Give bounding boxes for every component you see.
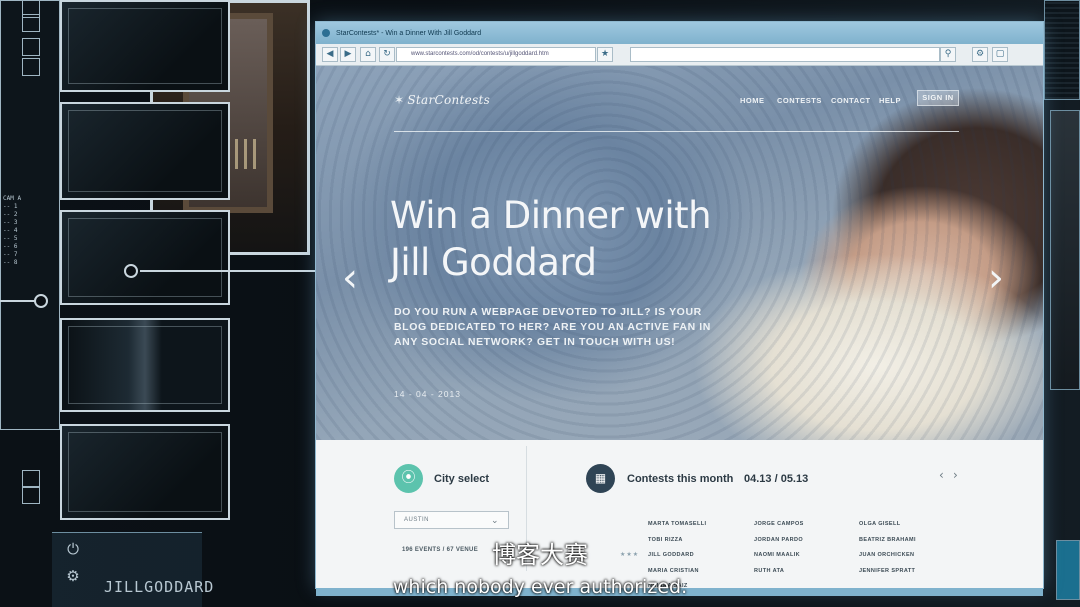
camera-feed — [60, 210, 230, 305]
chevron-down-icon: ⌄ — [490, 515, 499, 525]
hud-box — [22, 14, 40, 32]
title-bar: StarContests* - Win a Dinner With Jill G… — [316, 22, 1043, 44]
nav-home[interactable]: HOME — [740, 96, 765, 105]
right-monitor — [1044, 0, 1080, 100]
address-bar[interactable]: www.starcontests.com/od/contests/u/jillg… — [396, 47, 596, 62]
camera-feed — [60, 102, 230, 200]
headline-line-2: Jill Goddard — [390, 241, 597, 284]
camera-feed — [60, 424, 230, 520]
city-dropdown[interactable]: AUSTIN ⌄ — [394, 511, 509, 529]
nav-help[interactable]: HELP — [879, 96, 901, 105]
hud-connector — [140, 270, 316, 272]
hero-date: 14 - 04 - 2013 — [394, 389, 461, 399]
hud-node — [34, 294, 48, 308]
window-title: StarContests* - Win a Dinner With Jill G… — [336, 29, 482, 37]
subtitle-chinese: 博客大赛 — [492, 541, 588, 569]
city-dropdown-value: AUSTIN — [404, 517, 430, 523]
brand-name: StarContests — [407, 93, 491, 107]
hud-box — [22, 38, 40, 56]
back-arrow-icon[interactable]: ◀ — [322, 47, 338, 62]
location-pin-icon: ⦿ — [394, 464, 423, 493]
page-icon[interactable]: ▢ — [992, 47, 1008, 62]
nav-contests[interactable]: CONTESTS — [777, 96, 822, 105]
city-select-title: City select — [434, 473, 490, 485]
next-page-icon[interactable]: › — [953, 468, 958, 482]
prev-page-icon[interactable]: ‹ — [939, 468, 944, 482]
right-monitor — [1050, 110, 1080, 390]
site-logo[interactable]: ✶ StarContests — [394, 93, 490, 107]
star-logo-icon: ✶ — [394, 93, 405, 107]
hud-connector — [0, 300, 36, 302]
sign-in-button[interactable]: SIGN IN — [917, 90, 959, 106]
hero-headline: Win a Dinner with Jill Goddard — [390, 192, 790, 286]
screen: CAM A -- 1 -- 2 -- 3 -- 4 -- 5 -- 6 -- 7 -- 8 ⏻ … — [0, 0, 1080, 607]
site-favicon-icon — [322, 29, 330, 37]
contest-name[interactable]: JORGE CAMPOS — [754, 521, 804, 527]
hud-readout: CAM A -- 1 -- 2 -- 3 -- 4 -- 5 -- 6 -- 7 -- 8 — [3, 195, 22, 266]
search-icon[interactable]: ⚲ — [940, 47, 956, 62]
camera-feed — [60, 0, 230, 92]
home-icon[interactable]: ⌂ — [360, 47, 376, 62]
carousel-next-icon[interactable]: › — [988, 258, 1004, 298]
settings-icon[interactable]: ⚙ — [972, 47, 988, 62]
contest-name[interactable]: MARTA TOMASELLI — [648, 521, 706, 527]
header-divider — [394, 131, 959, 132]
subtitle-english: which nobody ever authorized. — [392, 576, 688, 598]
hud-box — [22, 58, 40, 76]
hero-subcopy: DO YOU RUN A WEBPAGE DEVOTED TO JILL? IS… — [394, 306, 711, 348]
star-icon[interactable]: ★ — [597, 47, 613, 62]
hud-box — [22, 486, 40, 504]
refresh-icon[interactable]: ↻ — [379, 47, 395, 62]
browser-toolbar: ◀ ▶ ⌂ ↻ www.starcontests.com/od/contests… — [316, 44, 1043, 66]
contests-range: 04.13 / 05.13 — [744, 473, 809, 485]
search-input[interactable] — [630, 47, 940, 62]
contest-name[interactable]: OLGA GISELL — [859, 521, 900, 527]
nav-contact[interactable]: CONTACT — [831, 96, 871, 105]
hud-node — [124, 264, 138, 278]
forward-arrow-icon[interactable]: ▶ — [340, 47, 356, 62]
browser-window: StarContests* - Win a Dinner With Jill G… — [316, 22, 1043, 596]
carousel-prev-icon[interactable]: ‹ — [342, 258, 358, 298]
camera-feed — [60, 318, 230, 412]
contests-title: Contests this month — [627, 473, 734, 485]
calendar-icon: ▦ — [586, 464, 615, 493]
headline-line-1: Win a Dinner with — [390, 194, 712, 237]
hero-banner: ✶ StarContests HOME CONTESTS CONTACT HELP… — [316, 66, 1043, 440]
